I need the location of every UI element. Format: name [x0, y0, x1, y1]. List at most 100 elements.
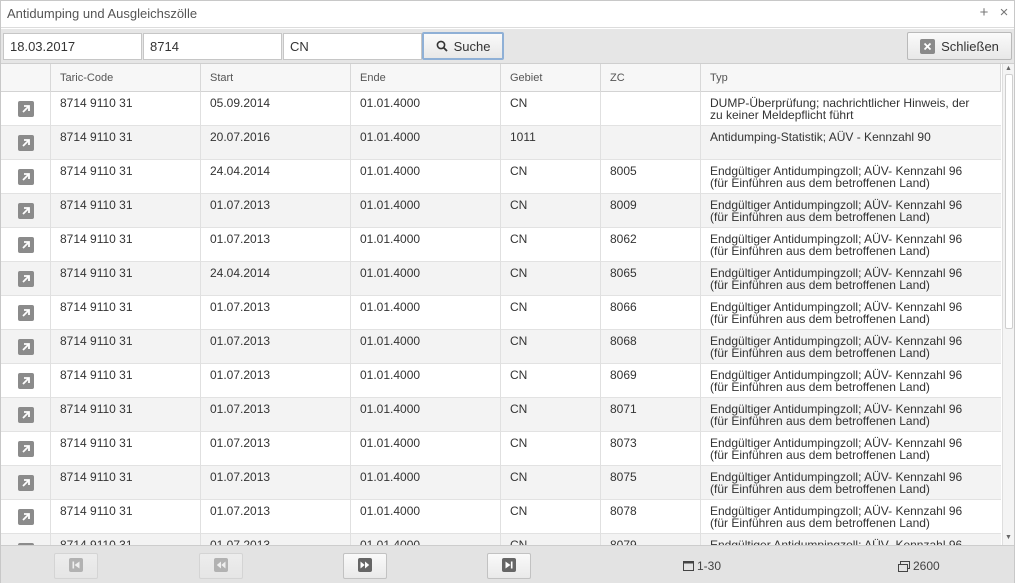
header-start[interactable]: Start: [201, 64, 351, 92]
cell-ende: 01.01.4000: [351, 194, 501, 228]
maximize-button[interactable]: +: [976, 4, 992, 22]
previous-page-button[interactable]: [199, 553, 243, 579]
open-arrow-icon[interactable]: [17, 305, 34, 321]
open-arrow-icon[interactable]: [17, 509, 34, 525]
cell-typ-line2: (für Einführen aus dem betroffenen Land): [710, 244, 930, 258]
scroll-down-icon[interactable]: ▼: [1005, 534, 1012, 541]
table-row[interactable]: 8714 9110 31 01.07.2013 01.01.4000 CN 8073 En…: [1, 432, 1001, 466]
table-row[interactable]: 8714 9110 31 01.07.2013 01.01.4000 CN 8068 En…: [1, 330, 1001, 364]
code-input[interactable]: [143, 33, 282, 60]
cell-typ-line2: (für Einführen aus dem betroffenen Land): [710, 380, 930, 394]
open-arrow-icon[interactable]: [17, 441, 34, 457]
row-open-cell[interactable]: [1, 364, 51, 398]
row-open-cell[interactable]: [1, 398, 51, 432]
open-arrow-icon[interactable]: [17, 475, 34, 491]
row-open-cell[interactable]: [1, 330, 51, 364]
header-zc[interactable]: ZC: [601, 64, 701, 92]
row-open-cell[interactable]: [1, 296, 51, 330]
date-input[interactable]: [3, 33, 142, 60]
open-arrow-icon[interactable]: [17, 407, 34, 423]
open-arrow-icon[interactable]: [17, 237, 34, 253]
header-gebiet[interactable]: Gebiet: [501, 64, 601, 92]
open-arrow-icon[interactable]: [17, 373, 34, 389]
table-row[interactable]: 8714 9110 31 05.09.2014 01.01.4000 CN DUMP-Ü…: [1, 92, 1001, 126]
table-row[interactable]: 8714 9110 31 01.07.2013 01.01.4000 CN 8066 En…: [1, 296, 1001, 330]
table-row[interactable]: 8714 9110 31 01.07.2013 01.01.4000 CN 8071 En…: [1, 398, 1001, 432]
area-input[interactable]: [283, 33, 422, 60]
row-open-cell[interactable]: [1, 126, 51, 160]
table-row[interactable]: 8714 9110 31 01.07.2013 01.01.4000 CN 8075 En…: [1, 466, 1001, 500]
cell-zc: 8009: [601, 194, 701, 228]
open-arrow-icon[interactable]: [17, 271, 34, 287]
dialog-window: Antidumping und Ausgleichszölle + × Such…: [0, 0, 1015, 583]
search-button[interactable]: Suche: [422, 32, 504, 60]
cell-zc: 8062: [601, 228, 701, 262]
scrollbar-thumb[interactable]: [1005, 74, 1013, 329]
row-open-cell[interactable]: [1, 466, 51, 500]
table-row[interactable]: 8714 9110 31 01.07.2013 01.01.4000 CN 8009 En…: [1, 194, 1001, 228]
row-open-cell[interactable]: [1, 432, 51, 466]
cell-typ: Endgültiger Antidumpingzoll; AÜV- Kennza…: [701, 160, 1001, 194]
table-row[interactable]: 8714 9110 31 01.07.2013 01.01.4000 CN 8079 En…: [1, 534, 1001, 545]
open-arrow-icon[interactable]: [17, 203, 34, 219]
cell-gebiet: CN: [501, 432, 601, 466]
table-row[interactable]: 8714 9110 31 24.04.2014 01.01.4000 CN 8005 En…: [1, 160, 1001, 194]
row-open-cell[interactable]: [1, 228, 51, 262]
open-arrow-icon[interactable]: [17, 135, 34, 151]
header-ende[interactable]: Ende: [351, 64, 501, 92]
row-open-cell[interactable]: [1, 194, 51, 228]
cell-start: 01.07.2013: [201, 398, 351, 432]
table-row[interactable]: 8714 9110 31 20.07.2016 01.01.4000 1011 Anti…: [1, 126, 1001, 160]
cell-typ-line2: (für Einführen aus dem betroffenen Land): [710, 482, 930, 496]
cell-typ-line2: zu keiner Meldepflicht führt: [710, 108, 854, 122]
page-range-info: 1-30: [683, 559, 721, 573]
open-arrow-icon[interactable]: [17, 101, 34, 117]
cell-start: 01.07.2013: [201, 432, 351, 466]
cell-gebiet: 1011: [501, 126, 601, 160]
cell-zc: 8075: [601, 466, 701, 500]
header-typ[interactable]: Typ: [701, 64, 1001, 92]
cell-gebiet: CN: [501, 500, 601, 534]
header-taric-code[interactable]: Taric-Code: [51, 64, 201, 92]
cell-typ-line2: (für Einführen aus dem betroffenen Land): [710, 448, 930, 462]
last-page-button[interactable]: [487, 553, 531, 579]
cell-typ-line2: (für Einführen aus dem betroffenen Land): [710, 346, 930, 360]
previous-page-icon: [214, 557, 228, 575]
row-open-cell[interactable]: [1, 160, 51, 194]
title-bar: Antidumping und Ausgleichszölle + ×: [1, 1, 1014, 28]
vertical-scrollbar[interactable]: ▲ ▼: [1002, 64, 1014, 545]
results-grid: Taric-Code Start Ende Gebiet ZC Typ 8714…: [1, 64, 1001, 545]
table-row[interactable]: 8714 9110 31 01.07.2013 01.01.4000 CN 8069 En…: [1, 364, 1001, 398]
cell-typ: Endgültiger Antidumpingzoll; AÜV- Kennza…: [701, 500, 1001, 534]
cell-start: 20.07.2016: [201, 126, 351, 160]
cell-start: 24.04.2014: [201, 262, 351, 296]
row-open-cell[interactable]: [1, 500, 51, 534]
row-open-cell[interactable]: [1, 92, 51, 126]
cell-typ: Endgültiger Antidumpingzoll; AÜV- Kennza…: [701, 398, 1001, 432]
table-row[interactable]: 8714 9110 31 01.07.2013 01.01.4000 CN 8078 En…: [1, 500, 1001, 534]
cell-typ: Endgültiger Antidumpingzoll; AÜV- Kennza…: [701, 466, 1001, 500]
cell-typ-line2: (für Einführen aus dem betroffenen Land): [710, 278, 930, 292]
open-arrow-icon[interactable]: [17, 169, 34, 185]
row-open-cell[interactable]: [1, 534, 51, 545]
cell-typ-line2: (für Einführen aus dem betroffenen Land): [710, 210, 930, 224]
cell-taric-code: 8714 9110 31: [51, 262, 201, 296]
table-row[interactable]: 8714 9110 31 24.04.2014 01.01.4000 CN 8065 En…: [1, 262, 1001, 296]
cell-ende: 01.01.4000: [351, 296, 501, 330]
first-page-button[interactable]: [54, 553, 98, 579]
pages-icon: [898, 560, 910, 572]
close-window-button[interactable]: ×: [996, 4, 1012, 22]
cell-zc: 8078: [601, 500, 701, 534]
next-page-button[interactable]: [343, 553, 387, 579]
close-button[interactable]: Schließen: [907, 32, 1012, 60]
cell-ende: 01.01.4000: [351, 92, 501, 126]
cell-zc: 8065: [601, 262, 701, 296]
cell-ende: 01.01.4000: [351, 364, 501, 398]
cell-typ-line2: (für Einführen aus dem betroffenen Land): [710, 312, 930, 326]
table-row[interactable]: 8714 9110 31 01.07.2013 01.01.4000 CN 8062 En…: [1, 228, 1001, 262]
grid-header: Taric-Code Start Ende Gebiet ZC Typ: [1, 64, 1001, 92]
scroll-up-icon[interactable]: ▲: [1005, 65, 1012, 72]
open-arrow-icon[interactable]: [17, 339, 34, 355]
row-open-cell[interactable]: [1, 262, 51, 296]
pagination-bar: 1-30 2600: [1, 545, 1014, 583]
